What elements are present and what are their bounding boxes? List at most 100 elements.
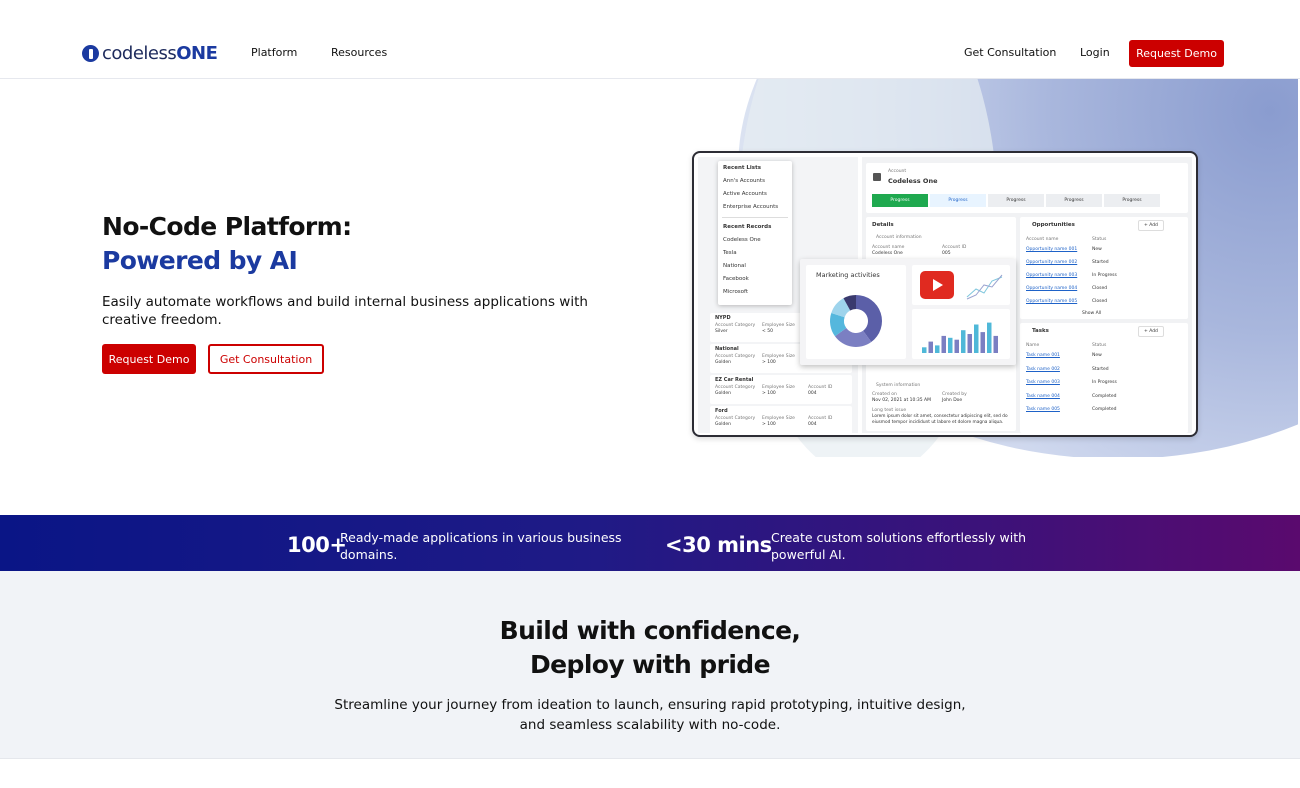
opportunity-link: Opportunity name 001 [1026,247,1078,252]
account-id-value: 004 [808,391,817,396]
mock-recent-dropdown: Recent Lists Ann's Accounts Active Accou… [718,161,792,305]
bar-chart-card [912,309,1010,359]
employee-size-value: > 100 [762,391,776,396]
employee-size-value: > 100 [762,360,776,365]
build-description: Streamline your journey from ideation to… [334,697,966,733]
logo[interactable]: codelessONE [82,43,218,64]
bar-chart [922,322,998,353]
col-task-status: Status [1092,343,1107,348]
tasks-add-button: + Add [1138,326,1164,337]
logo-prefix: codeless [102,43,177,64]
task-link: Task name 004 [1026,393,1060,399]
opportunity-link: Opportunity name 004 [1026,286,1078,291]
stats-band: 100+ Ready-made applications in various … [0,515,1300,571]
account-category-value: Golden [715,391,731,396]
bar [993,335,998,353]
created-on-value: Nov 02, 2021 at 10:35 AM [872,398,931,403]
account-card-name: Ford [715,408,728,414]
account-id-value: 004 [808,422,817,427]
nav-login[interactable]: Login [1080,46,1110,59]
hero-request-demo-button[interactable]: Request Demo [102,344,196,374]
account-card-name: NYPD [715,315,731,321]
donut-chart [830,295,882,347]
hero-get-consultation-button[interactable]: Get Consultation [208,344,324,374]
opportunities-add-button: + Add [1138,220,1164,231]
details-title: Details [872,222,894,228]
account-name-label: Account name [872,245,905,250]
recent-record-item: Codeless One [723,237,761,243]
stage-chip: Progress [988,194,1044,207]
record-kicker: Account [888,169,907,174]
bar [980,332,985,353]
opportunity-status: Started [1092,260,1109,265]
tasks-card: Tasks + Add Name Status Task name 001 New… [1020,323,1188,433]
bar [922,347,927,353]
employee-size-value: > 100 [762,422,776,427]
task-status: Started [1092,366,1109,372]
col-account-name: Account name [1026,237,1059,242]
task-link: Task name 001 [1026,353,1060,358]
stage-chip: Progress [930,194,986,207]
bar [954,339,959,353]
stat-value-apps: 100+ [287,533,347,557]
stat-desc-apps: Ready-made applications in various busin… [340,530,622,562]
employee-size-label: Employee Size [762,354,795,359]
nav-request-demo-button[interactable]: Request Demo [1129,40,1224,67]
divider [722,217,788,218]
account-card-name: National [715,346,739,352]
account-category-label: Account Category [715,323,756,328]
col-task-name: Name [1026,343,1040,348]
show-all-link: Show All [1082,311,1102,316]
opportunity-link: Opportunity name 003 [1026,273,1078,278]
donut-card: Marketing activities [806,265,906,359]
account-card: EZ Car Rental Account Category Golden Emplo… [710,375,852,404]
hero-title-line1: No-Code Platform: [102,212,352,241]
opportunity-link: Opportunity name 002 [1026,260,1078,265]
recent-record-item: Microsoft [723,289,749,295]
recent-record-item: Tesla [723,250,737,256]
opportunity-link: Opportunity name 005 [1026,299,1078,304]
task-link: Task name 002 [1026,366,1060,372]
account-card: Ford Account Category Golden Employee Size >… [710,406,852,435]
nav-link-platform[interactable]: Platform [251,46,297,59]
recent-record-item: National [723,263,746,269]
bar [961,330,966,353]
system-info-title: System information [876,383,921,388]
created-on-label: Created on [872,392,897,397]
popup-title: Marketing activities [816,271,880,279]
opportunities-title: Opportunities [1032,222,1075,228]
account-id-label: Account ID [942,245,967,250]
opportunity-status: Closed [1092,286,1108,291]
nav-link-resources[interactable]: Resources [331,46,387,59]
account-category-label: Account Category [715,416,756,421]
recent-list-item: Active Accounts [723,191,767,197]
marketing-popup: Marketing activities [800,259,1016,365]
recent-list-item: Enterprise Accounts [723,204,779,210]
account-id-label: Account ID [808,385,833,390]
bar [928,341,933,353]
recent-lists-title: Recent Lists [723,165,761,171]
hero-subtitle: Easily automate workflows and build inte… [102,294,588,328]
stage-chip: Progress [1104,194,1160,207]
recent-list-item: Ann's Accounts [723,178,765,184]
created-by-value: John Doe [942,398,963,403]
tasks-title: Tasks [1032,328,1049,334]
account-id-value: 005 [942,251,951,256]
long-text-label: Long text issue [872,408,907,413]
employee-size-label: Employee Size [762,323,795,328]
col-status: Status [1092,237,1107,242]
stat-value-time: <30 mins [665,533,772,557]
stat-desc-time: Create custom solutions effortlessly wit… [771,530,1027,562]
long-text-value: Lorem ipsum dolor sit amet, consectetur … [872,414,1008,425]
stage-chip: Progress [872,194,928,207]
opportunity-status: New [1092,247,1102,252]
build-section: Build with confidence, Deploy with pride… [0,571,1300,759]
account-category-label: Account Category [715,354,756,359]
account-name-value: Codeless One [872,251,903,256]
build-title-line2: Deploy with pride [530,650,771,679]
task-link: Task name 005 [1026,407,1060,412]
account-card-name: EZ Car Rental [715,377,754,383]
bar [967,334,972,353]
nav-get-consultation[interactable]: Get Consultation [964,46,1056,59]
play-icon [920,271,954,299]
